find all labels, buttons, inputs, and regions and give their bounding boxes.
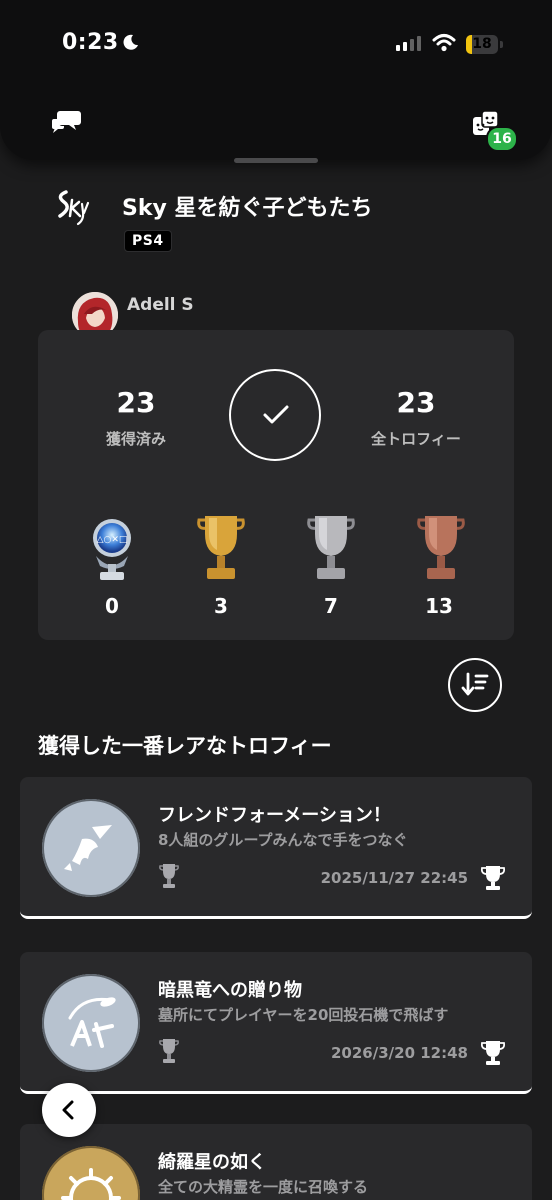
trophy-icon [480,1041,506,1065]
trophy-icon [480,866,506,890]
silver-grade-icon [159,1039,179,1063]
friend-formation-artwork-icon [64,825,112,871]
battery-tip [500,41,503,48]
back-button[interactable] [42,1083,96,1137]
platinum-count: 0 [105,594,119,618]
trophy-name: フレンドフォーメーション！ [158,805,391,826]
sky-logo-icon [58,190,90,226]
username: Adell S [127,295,194,315]
sort-button[interactable] [448,658,502,712]
game-title: Sky 星を紡ぐ子どもたち [122,196,373,221]
chat-bubbles-icon[interactable] [50,108,82,136]
trophy-description: 全ての大精霊を一度に召喚する [158,1178,369,1196]
gold-trophy-icon [197,516,245,579]
sheet-handle[interactable] [234,158,318,163]
wifi-icon [432,34,456,52]
checkmark-icon [263,405,289,424]
gold-count: 3 [214,594,228,618]
catapult-artwork-icon [68,997,116,1048]
earned-count: 23 [116,386,156,419]
sort-icon [461,672,489,696]
status-time: 0:23 [62,30,119,55]
trophy-artwork [42,1146,140,1200]
platform-badge: PS4 [124,230,172,252]
trophy-card[interactable]: 綺羅星の如く 全ての大精霊を一度に召喚する [20,1124,532,1200]
svg-text:△○✕□: △○✕□ [97,535,128,545]
friends-button[interactable]: 16 [470,110,518,152]
section-title: 獲得した一番レアなトロフィー [38,734,332,758]
moon-icon [123,34,138,50]
total-label: 全トロフィー [371,430,461,448]
trophy-name: 綺羅星の如く [158,1152,266,1173]
chevron-left-icon [62,1100,74,1120]
bronze-count: 13 [425,594,453,618]
trophy-card[interactable]: 暗黒竜への贈り物 墓所にてプレイヤーを20回投石機で飛ばす 2026/3/20 … [20,952,532,1094]
battery-icon: 18 [466,35,498,54]
notification-badge: 16 [486,126,518,152]
earned-date: 2025/11/27 22:45 [320,869,468,887]
silver-count: 7 [324,594,338,618]
bronze-trophy-icon [417,516,465,579]
silver-trophy-icon [307,516,355,579]
trophy-description: 墓所にてプレイヤーを20回投石機で飛ばす [158,1006,449,1024]
earned-date: 2026/3/20 12:48 [331,1044,468,1062]
trophy-description: 8人組のグループみんなで手をつなぐ [158,831,408,849]
completion-ring [229,369,321,461]
trophy-name: 暗黒竜への贈り物 [158,980,302,1001]
earned-label: 獲得済み [105,430,166,448]
trophy-card[interactable]: フレンドフォーメーション！ 8人組のグループみんなで手をつなぐ 2025/11/… [20,777,532,919]
battery-level: 18 [472,36,492,52]
platinum-trophy-icon: △○✕□ [93,519,131,580]
silver-grade-icon [159,864,179,888]
total-count: 23 [396,386,436,419]
cellular-signal-icon [396,36,421,51]
trophy-artwork [42,974,140,1072]
trophy-artwork [42,799,140,897]
wheel-artwork-icon [61,1168,121,1200]
